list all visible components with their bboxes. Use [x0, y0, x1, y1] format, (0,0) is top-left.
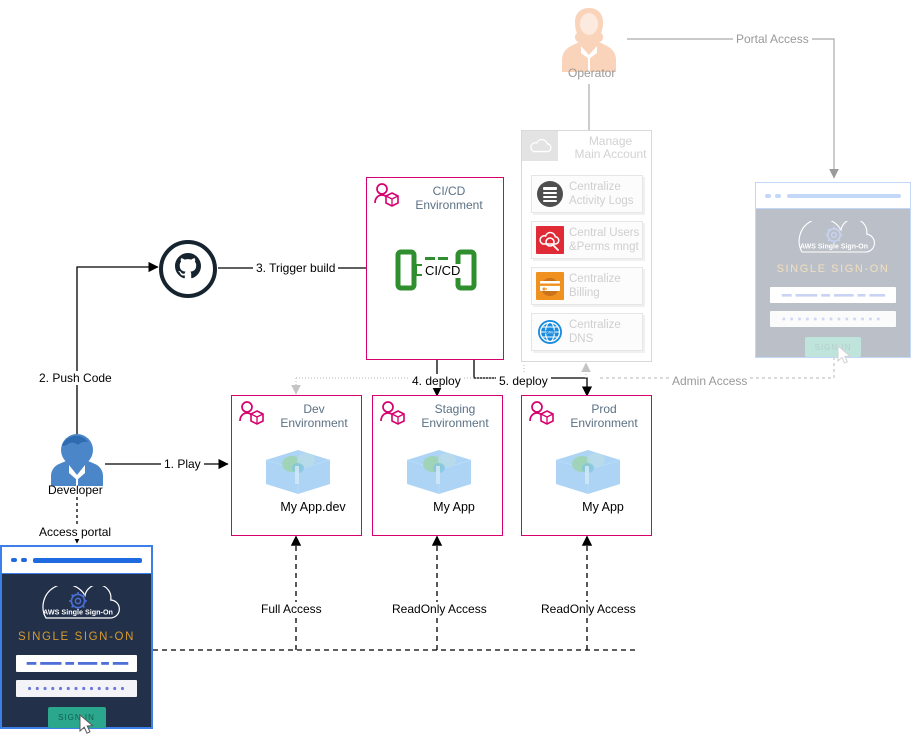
edge-label-play: 1. Play — [161, 457, 204, 471]
service-label-billing: Centralize Billing — [569, 273, 621, 299]
edge-label-trigger-build: 3. Trigger build — [253, 261, 339, 275]
cloudtrail-icon — [535, 179, 565, 209]
nav-dot — [775, 194, 781, 198]
service-label-users-perms: Central Users &Perms mngt — [569, 227, 640, 253]
environment-actor-icon — [238, 401, 266, 427]
username-field[interactable] — [770, 287, 896, 303]
service-card-activity-logs[interactable]: Centralize Activity Logs — [531, 175, 643, 213]
environment-actor-icon — [528, 401, 556, 427]
edge-label-full-access: Full Access — [258, 602, 325, 616]
cursor-icon — [836, 344, 854, 365]
iam-icon — [535, 225, 565, 255]
edge-label-readonly-prod: ReadOnly Access — [538, 602, 639, 616]
portal-address-bar[interactable] — [2, 547, 151, 574]
main-account-cloud-icon — [522, 131, 558, 161]
sso-portal-bottom[interactable]: AWS Single Sign-On SINGLE SIGN-ON SIGN I… — [0, 545, 153, 734]
github-icon — [159, 240, 217, 298]
sso-heading: SINGLE SIGN-ON — [18, 631, 135, 643]
environment-actor-icon — [379, 401, 407, 427]
edge-label-deploy-4: 4. deploy — [409, 374, 464, 388]
operator-icon — [557, 6, 621, 72]
service-label-activity-logs: Centralize Activity Logs — [569, 181, 634, 207]
operator-label: Operator — [568, 66, 616, 80]
sso-heading: SINGLE SIGN-ON — [776, 263, 890, 275]
edge-label-admin-access: Admin Access — [669, 374, 751, 388]
main-account-title: Manage Main Account — [574, 134, 647, 161]
edge-label-portal-access: Portal Access — [733, 32, 812, 46]
dev-environment-title: Dev Environment — [280, 402, 348, 430]
sso-portal-top[interactable]: AWS Single Sign-On SINGLE SIGN-ON SIGN I… — [755, 182, 911, 364]
password-field[interactable] — [770, 311, 896, 327]
portal-address-bar[interactable] — [756, 183, 910, 209]
staging-environment-box: Staging Environment My App — [372, 395, 503, 536]
cicd-environment-title: CI/CD Environment — [415, 184, 483, 212]
url-bar[interactable] — [787, 194, 901, 198]
service-card-users-perms[interactable]: Central Users &Perms mngt — [531, 221, 643, 259]
app-cube-icon — [262, 444, 334, 496]
cicd-environment-box: CI/CD Environment CI/CD — [366, 177, 504, 360]
password-field[interactable] — [16, 680, 137, 697]
prod-environment-title: Prod Environment — [570, 402, 638, 430]
developer-label: Developer — [48, 483, 103, 497]
username-field[interactable] — [16, 655, 137, 672]
diagram-canvas: Operator Portal Access Manage Main Accou… — [0, 0, 911, 734]
billing-icon — [535, 271, 565, 301]
app-cube-icon — [552, 444, 624, 496]
portal-body: AWS Single Sign-On SINGLE SIGN-ON SIGN I… — [2, 574, 151, 734]
prod-environment-box: Prod Environment My App — [521, 395, 652, 536]
service-card-dns[interactable]: DNS Centralize DNS — [531, 313, 643, 351]
aws-sso-brand-text: AWS Single Sign-On — [43, 608, 113, 617]
edge-label-push-code: 2. Push Code — [36, 371, 115, 385]
route53-icon: DNS — [535, 317, 565, 347]
prod-app-label: My App — [582, 500, 624, 514]
cicd-inner-label: CI/CD — [422, 264, 464, 278]
svg-text:DNS: DNS — [546, 331, 554, 335]
url-bar[interactable] — [33, 558, 142, 563]
dev-environment-box: Dev Environment My App.dev — [231, 395, 362, 536]
edge-label-access-portal: Access portal — [36, 525, 115, 539]
app-cube-icon — [403, 444, 475, 496]
aws-sso-brand-text: AWS Single Sign-On — [800, 244, 868, 251]
nav-dot — [765, 194, 771, 198]
aws-sso-cloud-logo: AWS Single Sign-On — [786, 218, 882, 257]
staging-app-label: My App — [433, 500, 475, 514]
nav-dot — [21, 558, 27, 562]
nav-dot — [11, 558, 17, 562]
main-account-box: Manage Main Account Centralize Activity … — [521, 130, 652, 362]
edge-label-readonly-staging: ReadOnly Access — [389, 602, 490, 616]
staging-environment-title: Staging Environment — [421, 402, 489, 430]
dev-app-label: My App.dev — [280, 500, 346, 514]
cursor-icon — [78, 713, 97, 736]
aws-sso-cloud-logo: AWS Single Sign-On — [30, 583, 126, 624]
service-card-billing[interactable]: Centralize Billing — [531, 267, 643, 305]
portal-body: AWS Single Sign-On SINGLE SIGN-ON SIGN I… — [756, 209, 910, 364]
edge-label-deploy-5: 5. deploy — [496, 374, 551, 388]
service-label-dns: Centralize DNS — [569, 319, 621, 345]
